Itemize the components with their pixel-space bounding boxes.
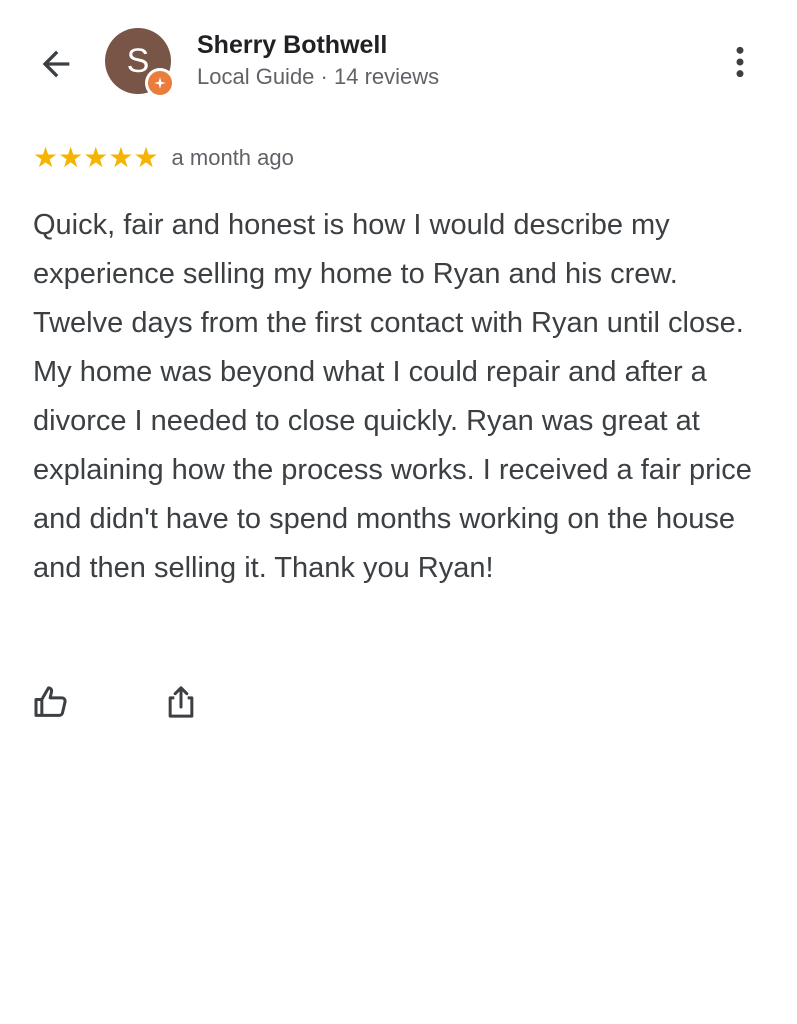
more-options-button[interactable]	[718, 40, 762, 84]
arrow-back-icon	[42, 50, 70, 78]
review-count: 14 reviews	[333, 64, 440, 89]
author-level: Local Guide	[197, 64, 315, 89]
meta-separator: ·	[314, 64, 334, 89]
star-icon: ★	[58, 142, 84, 173]
more-vert-icon	[736, 46, 744, 78]
star-icon: ★	[33, 142, 59, 173]
like-button[interactable]	[29, 680, 73, 724]
review-date: a month ago	[171, 145, 294, 170]
star-icon: ★	[133, 142, 159, 173]
star-icon: ★	[83, 142, 109, 173]
share-button[interactable]	[159, 680, 203, 724]
author-meta: Local Guide · 14 reviews	[197, 64, 439, 90]
star-rating: ★ ★ ★ ★ ★	[33, 144, 159, 172]
thumbs-up-icon	[34, 686, 67, 717]
rating-row: ★ ★ ★ ★ ★ a month ago	[33, 143, 294, 173]
back-button[interactable]	[34, 42, 78, 86]
review-text: Quick, fair and honest is how I would de…	[33, 209, 752, 584]
local-guide-badge-icon	[145, 68, 175, 98]
share-icon	[168, 686, 194, 718]
author-name[interactable]: Sherry Bothwell	[197, 31, 387, 60]
author-avatar-wrap[interactable]: S	[105, 28, 175, 98]
review-actions	[33, 680, 203, 724]
review-header: S Sherry Bothwell Local Guide · 14 revie…	[0, 0, 797, 120]
star-icon: ★	[108, 142, 134, 173]
